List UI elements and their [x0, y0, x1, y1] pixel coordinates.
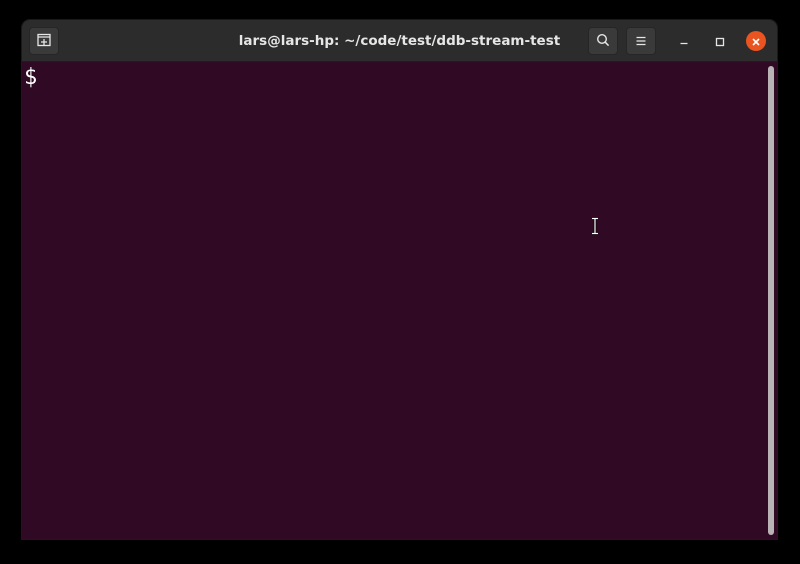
- new-tab-icon: [37, 32, 51, 51]
- search-button[interactable]: [588, 27, 618, 55]
- minimize-icon: [679, 32, 689, 51]
- minimize-button[interactable]: [674, 31, 694, 51]
- hamburger-menu-icon: [635, 32, 647, 51]
- search-icon: [596, 32, 610, 51]
- scrollbar[interactable]: [768, 66, 774, 535]
- shell-prompt: $: [24, 65, 38, 90]
- window-title: lars@lars-hp: ~/code/test/ddb-stream-tes…: [238, 33, 561, 49]
- text-cursor-icon: [590, 217, 600, 235]
- terminal-area[interactable]: $: [22, 62, 777, 539]
- close-button[interactable]: [746, 31, 766, 51]
- maximize-icon: [715, 32, 725, 51]
- terminal-window: lars@lars-hp: ~/code/test/ddb-stream-tes…: [22, 20, 777, 539]
- title-bar[interactable]: lars@lars-hp: ~/code/test/ddb-stream-tes…: [22, 20, 777, 62]
- close-icon: [751, 32, 761, 51]
- new-tab-button[interactable]: [29, 27, 59, 55]
- maximize-button[interactable]: [710, 31, 730, 51]
- menu-button[interactable]: [626, 27, 656, 55]
